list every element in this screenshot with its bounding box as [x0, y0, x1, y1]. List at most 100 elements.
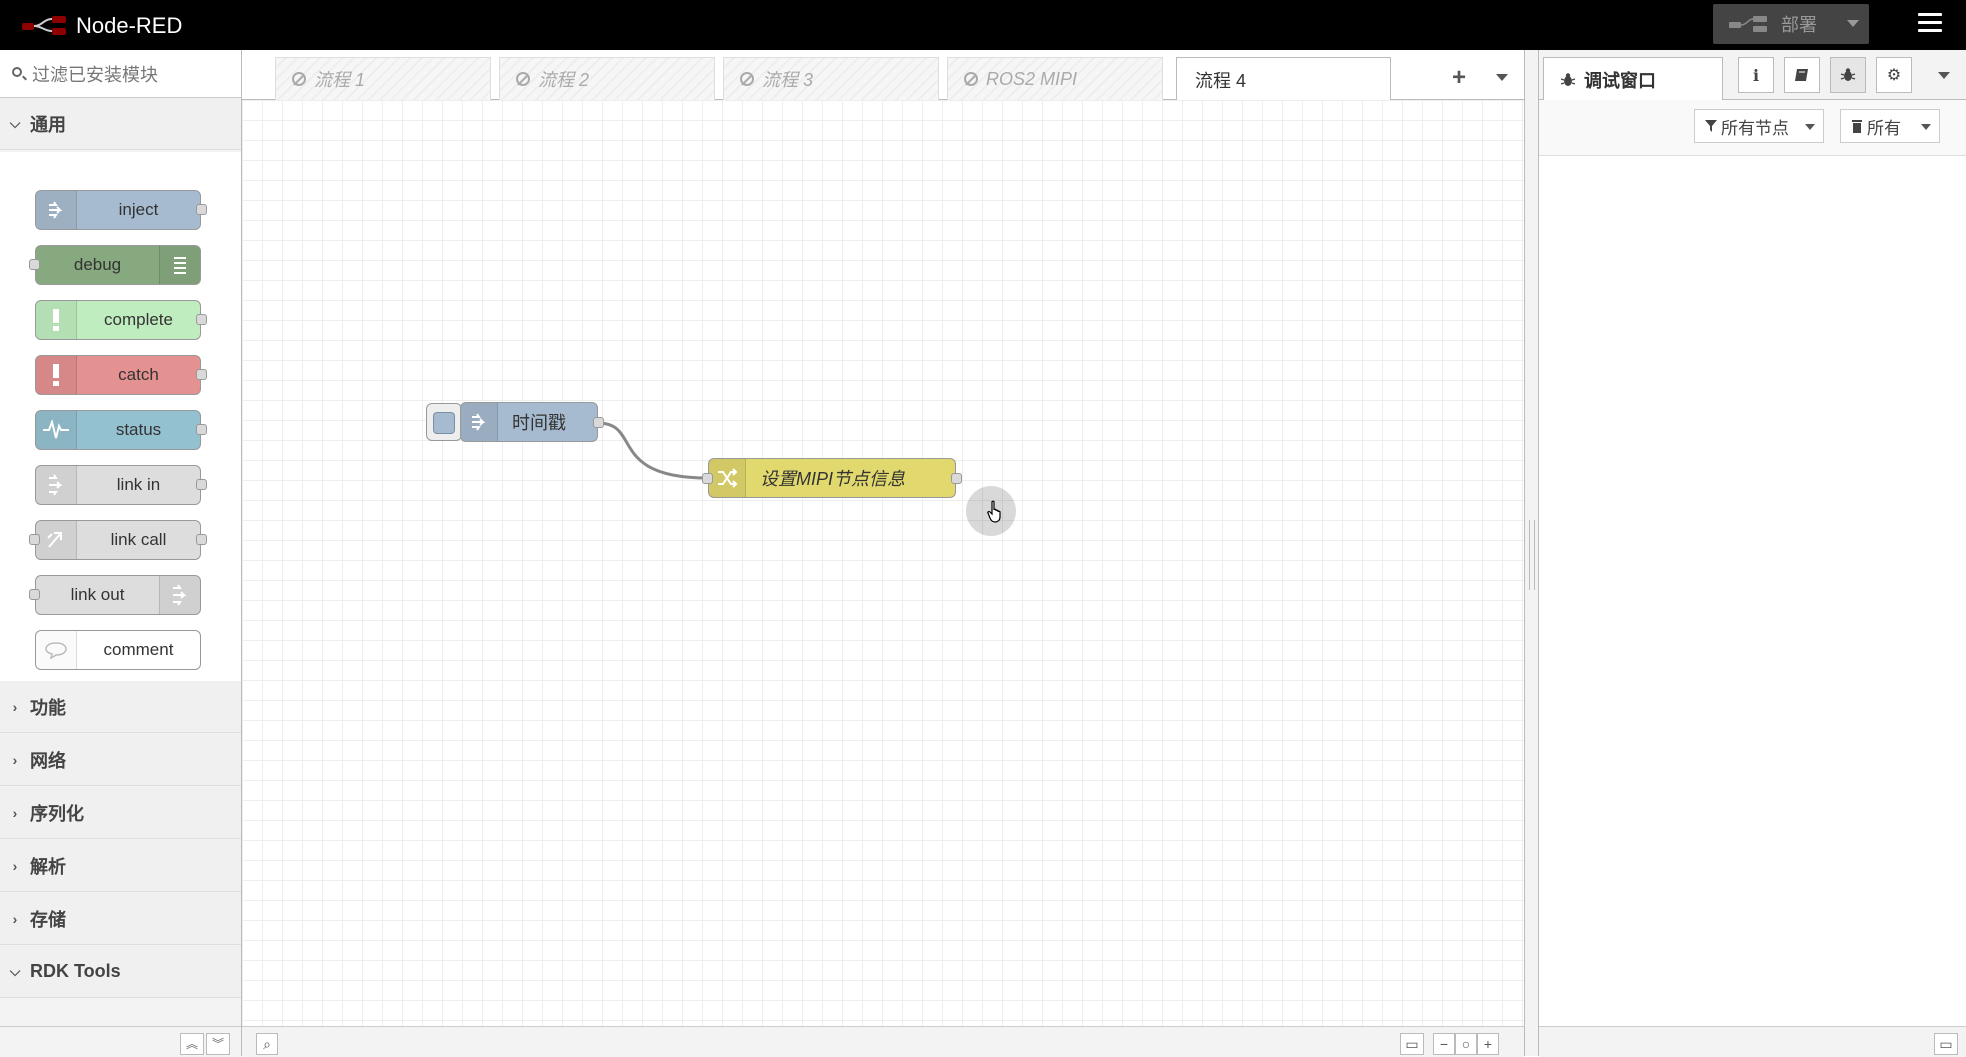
gear-icon[interactable]: ⚙ — [1876, 57, 1912, 93]
palette-category-sequence[interactable]: › 序列化 — [0, 787, 241, 839]
output-port — [196, 534, 207, 545]
debug-toolbar: 所有节点 所有 — [1539, 100, 1966, 156]
chevron-right-icon: › — [12, 804, 18, 821]
palette-search — [0, 50, 241, 98]
palette-category-network[interactable]: › 网络 — [0, 734, 241, 786]
palette-node-inject[interactable]: inject — [35, 190, 207, 230]
link-out-icon — [159, 576, 200, 614]
exclamation-icon — [36, 301, 77, 339]
link-call-icon — [36, 521, 77, 559]
filter-nodes-label: 所有节点 — [1721, 118, 1789, 138]
palette-category-label: 功能 — [30, 697, 66, 718]
expand-all-icon[interactable]: ︾ — [206, 1033, 230, 1055]
caret-down-icon — [1921, 124, 1931, 130]
palette-node-label: complete — [104, 310, 173, 329]
zoom-reset-icon[interactable]: ○ — [1455, 1033, 1477, 1055]
output-port[interactable] — [951, 473, 962, 484]
app-title: Node-RED — [76, 13, 183, 38]
map-icon[interactable]: ▭ — [1400, 1033, 1424, 1055]
input-port — [29, 534, 40, 545]
flow-node-timestamp[interactable]: 时间戳 — [460, 402, 604, 442]
palette-node-status[interactable]: status — [35, 410, 207, 450]
add-flow-plus-icon[interactable]: + — [1452, 64, 1466, 92]
palette-category-parser[interactable]: › 解析 — [0, 840, 241, 892]
palette-node-label: link out — [70, 585, 125, 604]
tab-flow-3[interactable]: 流程 3 — [723, 57, 939, 100]
palette-node-complete[interactable]: complete — [35, 300, 207, 340]
zoom-in-icon[interactable]: + — [1477, 1033, 1499, 1055]
tab-label: 流程 3 — [762, 70, 814, 90]
collapse-all-icon[interactable]: ︽ — [180, 1033, 204, 1055]
deploy-icon — [1729, 16, 1767, 32]
output-port — [196, 369, 207, 380]
search-icon[interactable]: ⌕ — [256, 1033, 278, 1055]
main-menu-hamburger-icon[interactable] — [1918, 13, 1942, 35]
palette-node-link-call[interactable]: link call — [29, 520, 207, 560]
clear-messages-dropdown[interactable]: 所有 — [1840, 109, 1940, 143]
tab-ros2-mipi[interactable]: ROS2 MIPI — [947, 57, 1163, 100]
filter-nodes-dropdown[interactable]: 所有节点 — [1694, 109, 1824, 143]
palette-category-general[interactable]: ⌵ 通用 — [0, 98, 241, 150]
tab-flow-2[interactable]: 流程 2 — [499, 57, 715, 100]
palette-node-label: catch — [118, 365, 159, 384]
sidebar-tab-label: 调试窗口 — [1584, 70, 1656, 91]
palette-category-label: RDK Tools — [30, 961, 121, 981]
clear-label: 所有 — [1867, 118, 1901, 138]
palette-node-comment[interactable]: comment — [35, 630, 201, 670]
palette-category-rdk-tools[interactable]: ⌵ RDK Tools — [0, 946, 241, 998]
palette-node-label: debug — [73, 255, 122, 274]
output-port — [196, 424, 207, 435]
output-port[interactable] — [593, 417, 604, 428]
input-port[interactable] — [702, 473, 713, 484]
sidebar-tab-debug[interactable]: 调试窗口 — [1543, 57, 1723, 101]
tab-label: 流程 1 — [314, 70, 366, 90]
deploy-menu-arrow-icon[interactable] — [1847, 20, 1859, 27]
tab-flow-4[interactable]: 流程 4 — [1176, 57, 1391, 101]
flow-node-label: 设置MIPI节点信息 — [760, 469, 906, 489]
palette-category-function[interactable]: › 功能 — [0, 681, 241, 733]
node-red-logo: Node-RED — [22, 12, 182, 40]
tab-list-caret-icon[interactable] — [1496, 74, 1508, 81]
filter-icon — [1705, 120, 1717, 132]
book-icon[interactable] — [1784, 57, 1820, 93]
deploy-button[interactable]: 部署 — [1713, 4, 1869, 44]
palette-category-label: 网络 — [30, 750, 66, 771]
workspace-footer: ⌕ ▭ − ○ + — [242, 1026, 1524, 1057]
output-port — [196, 204, 207, 215]
speech-bubble-icon — [36, 631, 77, 669]
monitor-icon[interactable]: ▭ — [1934, 1033, 1958, 1055]
flow-canvas[interactable]: 时间戳 设置MIPI节点信息 — [242, 100, 1524, 1026]
chevron-down-icon: ⌵ — [9, 963, 21, 979]
link-in-icon — [36, 466, 77, 504]
wire[interactable] — [597, 421, 709, 480]
palette-node-debug[interactable]: debug — [29, 245, 201, 285]
input-port — [29, 589, 40, 600]
debug-list-icon — [159, 246, 200, 284]
deploy-label: 部署 — [1781, 15, 1817, 35]
chevron-right-icon: › — [12, 857, 18, 874]
palette-search-input[interactable] — [30, 62, 234, 88]
chevron-down-icon: ⌵ — [9, 115, 21, 131]
tab-label: ROS2 MIPI — [986, 68, 1078, 89]
disabled-icon — [516, 72, 530, 86]
inject-trigger-button[interactable] — [426, 403, 462, 441]
chevron-right-icon: › — [12, 751, 18, 768]
flow-node-set-mipi-info[interactable]: 设置MIPI节点信息 — [702, 458, 962, 498]
sidebar-menu-caret-icon[interactable] — [1938, 72, 1950, 79]
palette-node-link-out[interactable]: link out — [29, 575, 201, 615]
pulse-icon — [36, 411, 77, 449]
zoom-out-icon[interactable]: − — [1433, 1033, 1455, 1055]
palette-category-label: 解析 — [30, 856, 66, 877]
tab-label: 流程 4 — [1195, 70, 1247, 91]
hand-pointer-icon — [987, 500, 1001, 523]
info-icon[interactable]: i — [1738, 57, 1774, 93]
inject-icon — [36, 191, 77, 229]
tab-flow-1[interactable]: 流程 1 — [275, 57, 491, 100]
palette-node-link-in[interactable]: link in — [35, 465, 207, 505]
palette-footer: ︽ ︾ — [0, 1026, 241, 1057]
chevron-right-icon: › — [12, 910, 18, 927]
palette-node-catch[interactable]: catch — [35, 355, 207, 395]
sidebar-resize-handle[interactable] — [1524, 50, 1539, 1056]
palette-category-storage[interactable]: › 存储 — [0, 893, 241, 945]
debug-bug-icon[interactable] — [1830, 57, 1866, 93]
